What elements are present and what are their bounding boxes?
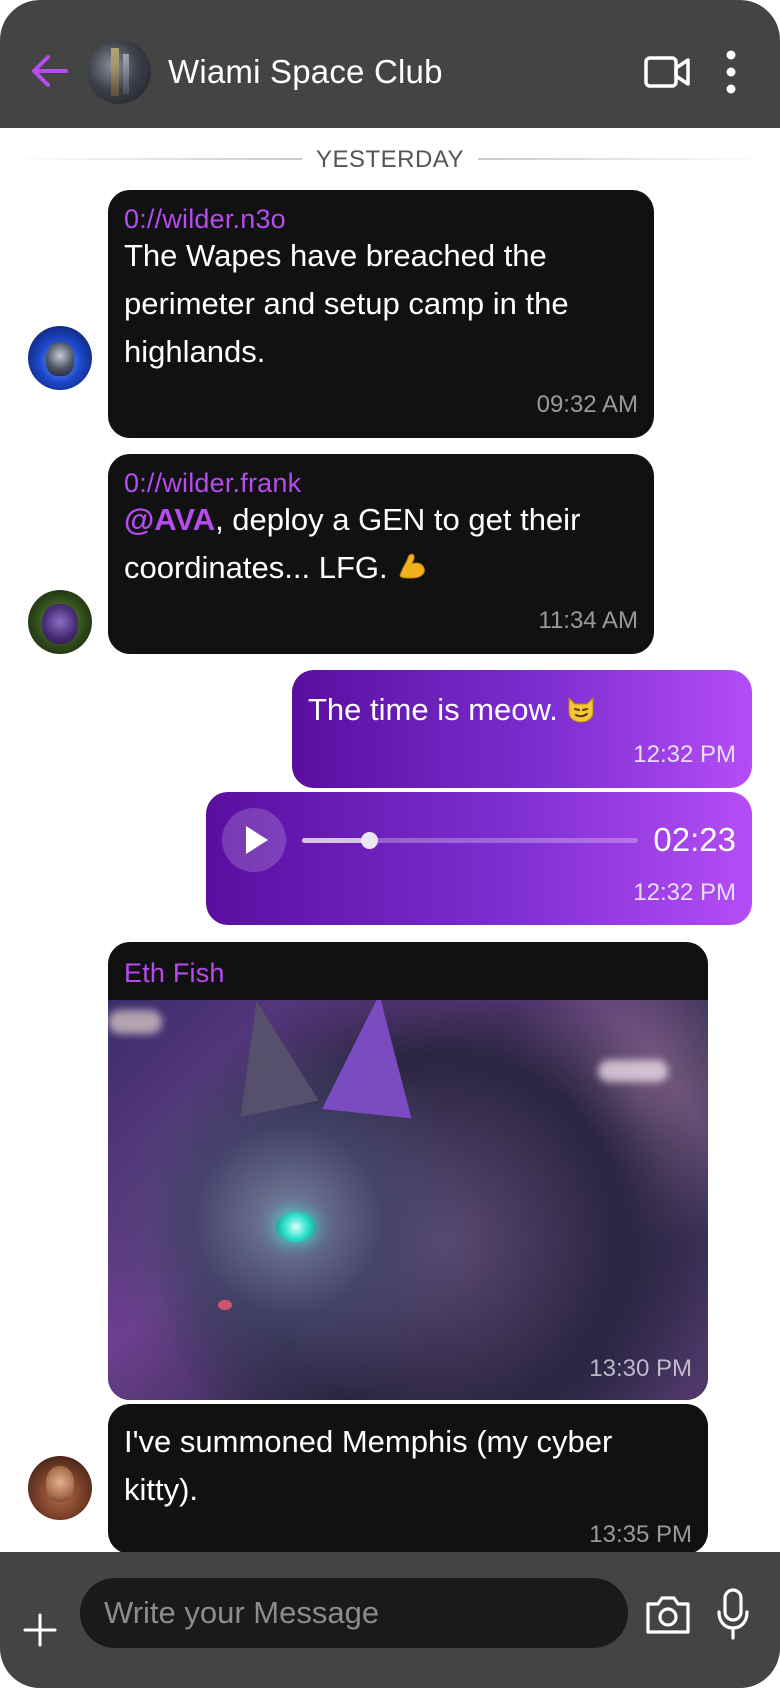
message-bubble[interactable]: I've summoned Memphis (my cyber kitty). … (108, 1404, 708, 1554)
message-time: 12:32 PM (633, 741, 736, 768)
divider-line (12, 158, 302, 160)
message-composer (0, 1552, 780, 1688)
message-time: 12:32 PM (633, 879, 736, 906)
chat-title[interactable]: Wiami Space Club (168, 50, 443, 94)
camera-button[interactable] (644, 1592, 692, 1636)
message-text: , deploy a GEN to get their (215, 502, 581, 537)
message-bubble[interactable]: 0://wilder.n3o The Wapes have breached t… (108, 190, 654, 438)
message-line: The Wapes have breached the (124, 238, 547, 273)
message-time: 09:32 AM (536, 391, 638, 418)
message-bubble[interactable]: 0://wilder.frank @AVA, deploy a GEN to g… (108, 454, 654, 654)
more-vertical-icon (726, 50, 736, 94)
camera-icon (646, 1596, 690, 1634)
play-button[interactable] (222, 808, 286, 872)
group-avatar[interactable] (87, 40, 151, 104)
image-detail (108, 1010, 162, 1034)
cat-smirk-emoji (566, 690, 596, 738)
message-line: The time is meow. (308, 686, 596, 738)
mention-link[interactable]: @AVA (124, 502, 215, 537)
sender-name[interactable]: Eth Fish (124, 956, 225, 990)
sender-name[interactable]: 0://wilder.n3o (124, 202, 286, 236)
audio-progress-knob[interactable] (361, 832, 379, 849)
image-detail (321, 1000, 425, 1119)
message-line: kitty). (124, 1472, 199, 1507)
audio-progress-fill (302, 838, 370, 843)
avatar-wilder-n3o[interactable] (28, 326, 92, 390)
sender-name[interactable]: 0://wilder.frank (124, 466, 301, 500)
message-time: 13:30 PM (589, 1355, 692, 1382)
cyber-cat-image[interactable]: 13:30 PM (108, 1000, 708, 1400)
chat-header: Wiami Space Club (0, 0, 780, 128)
image-detail (598, 1060, 668, 1082)
attach-button[interactable] (22, 1612, 58, 1648)
video-call-button[interactable] (644, 52, 692, 92)
image-detail (218, 1300, 232, 1310)
day-divider: YESTERDAY (0, 142, 780, 178)
message-line: perimeter and setup camp in the (124, 286, 569, 321)
audio-duration: 02:23 (653, 821, 736, 858)
message-line: @AVA, deploy a GEN to get their (124, 496, 580, 544)
message-input[interactable] (80, 1578, 628, 1648)
back-button[interactable] (26, 48, 72, 94)
avatar-wilder-frank[interactable] (28, 590, 92, 654)
image-message-bubble[interactable]: Eth Fish 13:30 PM (108, 942, 708, 1400)
play-icon (246, 826, 268, 854)
message-line: I've summoned Memphis (my cyber (124, 1424, 613, 1459)
message-line: highlands. (124, 334, 266, 369)
more-options-button[interactable] (718, 48, 744, 96)
message-line: coordinates... LFG. (124, 544, 428, 596)
message-text: coordinates... LFG. (124, 550, 388, 585)
video-call-icon (644, 56, 690, 88)
avatar-eth-fish[interactable] (28, 1456, 92, 1520)
microphone-icon (717, 1588, 749, 1640)
image-detail (217, 1000, 319, 1118)
arrow-left-icon (32, 55, 68, 87)
microphone-button[interactable] (716, 1588, 750, 1640)
image-detail (276, 1212, 316, 1242)
voice-message-bubble[interactable]: 02:23 12:32 PM (206, 792, 752, 925)
message-time: 13:35 PM (589, 1521, 692, 1548)
day-label: YESTERDAY (315, 146, 465, 173)
message-text: The time is meow. (308, 692, 558, 727)
message-bubble-outgoing[interactable]: The time is meow. 12:32 PM (292, 670, 752, 788)
audio-progress-slider[interactable] (302, 832, 638, 849)
message-time: 11:34 AM (538, 607, 638, 634)
divider-line (478, 158, 768, 160)
flexed-biceps-emoji (396, 548, 428, 596)
plus-icon (23, 1613, 57, 1647)
